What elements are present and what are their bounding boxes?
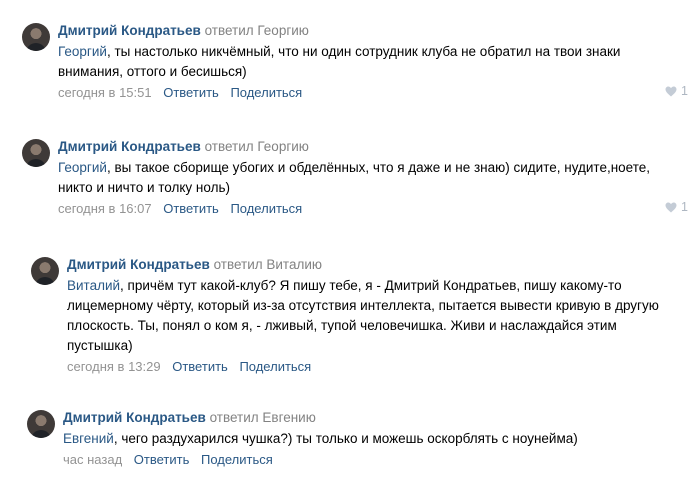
mention-link[interactable]: Виталий (67, 278, 120, 293)
avatar[interactable] (22, 23, 50, 51)
share-button[interactable]: Поделиться (201, 452, 273, 467)
comment-text-content: , чего раздухарился чушка?) ты только и … (113, 431, 578, 446)
avatar[interactable] (27, 410, 55, 438)
comment: Дмитрий Кондратьев ответил Георгию Георг… (0, 22, 700, 112)
comment-text-content: , ты настолько никчёмный, что ни один со… (58, 44, 621, 79)
share-button[interactable]: Поделиться (230, 201, 302, 216)
comment-time[interactable]: час назад (63, 452, 122, 467)
comment-meta: сегодня в 16:07 Ответить Поделиться (58, 200, 668, 218)
author-link[interactable]: Дмитрий Кондратьев (63, 410, 206, 425)
reply-to-label[interactable]: ответил Георгию (205, 23, 309, 38)
reply-button[interactable]: Ответить (163, 85, 219, 100)
comment-text: Георгий, ты настолько никчёмный, что ни … (58, 42, 668, 82)
mention-link[interactable]: Евгений (63, 431, 114, 446)
comment-time[interactable]: сегодня в 15:51 (58, 85, 152, 100)
author-link[interactable]: Дмитрий Кондратьев (58, 139, 201, 154)
reply-button[interactable]: Ответить (134, 452, 190, 467)
author-link[interactable]: Дмитрий Кондратьев (58, 23, 201, 38)
share-button[interactable]: Поделиться (239, 359, 311, 374)
heart-icon (665, 202, 677, 212)
comment-body: Дмитрий Кондратьев ответил Виталию Витал… (67, 256, 675, 376)
like-button[interactable]: 1 (665, 84, 688, 98)
comment-header: Дмитрий Кондратьев ответил Виталию (67, 256, 675, 274)
comment-text: Георгий, вы такое сборище убогих и обдел… (58, 158, 668, 198)
reply-to-label[interactable]: ответил Евгению (210, 410, 316, 425)
like-count: 1 (681, 200, 688, 214)
like-button[interactable]: 1 (665, 200, 688, 214)
mention-link[interactable]: Георгий (58, 160, 107, 175)
comment-body: Дмитрий Кондратьев ответил Евгению Евген… (63, 409, 678, 469)
comment-time[interactable]: сегодня в 16:07 (58, 201, 152, 216)
share-button[interactable]: Поделиться (230, 85, 302, 100)
comment-body: Дмитрий Кондратьев ответил Георгию Георг… (58, 138, 668, 218)
author-link[interactable]: Дмитрий Кондратьев (67, 257, 210, 272)
comment-text-content: , причём тут какой-клуб? Я пишу тебе, я … (67, 278, 659, 353)
comment-meta: сегодня в 15:51 Ответить Поделиться (58, 84, 668, 102)
comment-meta: час назад Ответить Поделиться (63, 451, 678, 469)
heart-icon (665, 86, 677, 96)
comment-header: Дмитрий Кондратьев ответил Георгию (58, 138, 668, 156)
reply-button[interactable]: Ответить (163, 201, 219, 216)
comment: Дмитрий Кондратьев ответил Георгию Георг… (0, 138, 700, 228)
avatar[interactable] (31, 257, 59, 285)
comment-meta: сегодня в 13:29 Ответить Поделиться (67, 358, 675, 376)
comment-text: Виталий, причём тут какой-клуб? Я пишу т… (67, 276, 675, 356)
comment-text: Евгений, чего раздухарился чушка?) ты то… (63, 429, 678, 449)
reply-to-label[interactable]: ответил Георгию (205, 139, 309, 154)
mention-link[interactable]: Георгий (58, 44, 107, 59)
comment-body: Дмитрий Кондратьев ответил Георгию Георг… (58, 22, 668, 102)
reply-button[interactable]: Ответить (172, 359, 228, 374)
like-count: 1 (681, 84, 688, 98)
avatar[interactable] (22, 139, 50, 167)
comment-header: Дмитрий Кондратьев ответил Евгению (63, 409, 678, 427)
comment-header: Дмитрий Кондратьев ответил Георгию (58, 22, 668, 40)
comment-time[interactable]: сегодня в 13:29 (67, 359, 161, 374)
comment: Дмитрий Кондратьев ответил Виталию Витал… (0, 256, 700, 381)
reply-to-label[interactable]: ответил Виталию (214, 257, 322, 272)
comment: Дмитрий Кондратьев ответил Евгению Евген… (0, 409, 700, 479)
comment-text-content: , вы такое сборище убогих и обделённых, … (58, 160, 651, 195)
